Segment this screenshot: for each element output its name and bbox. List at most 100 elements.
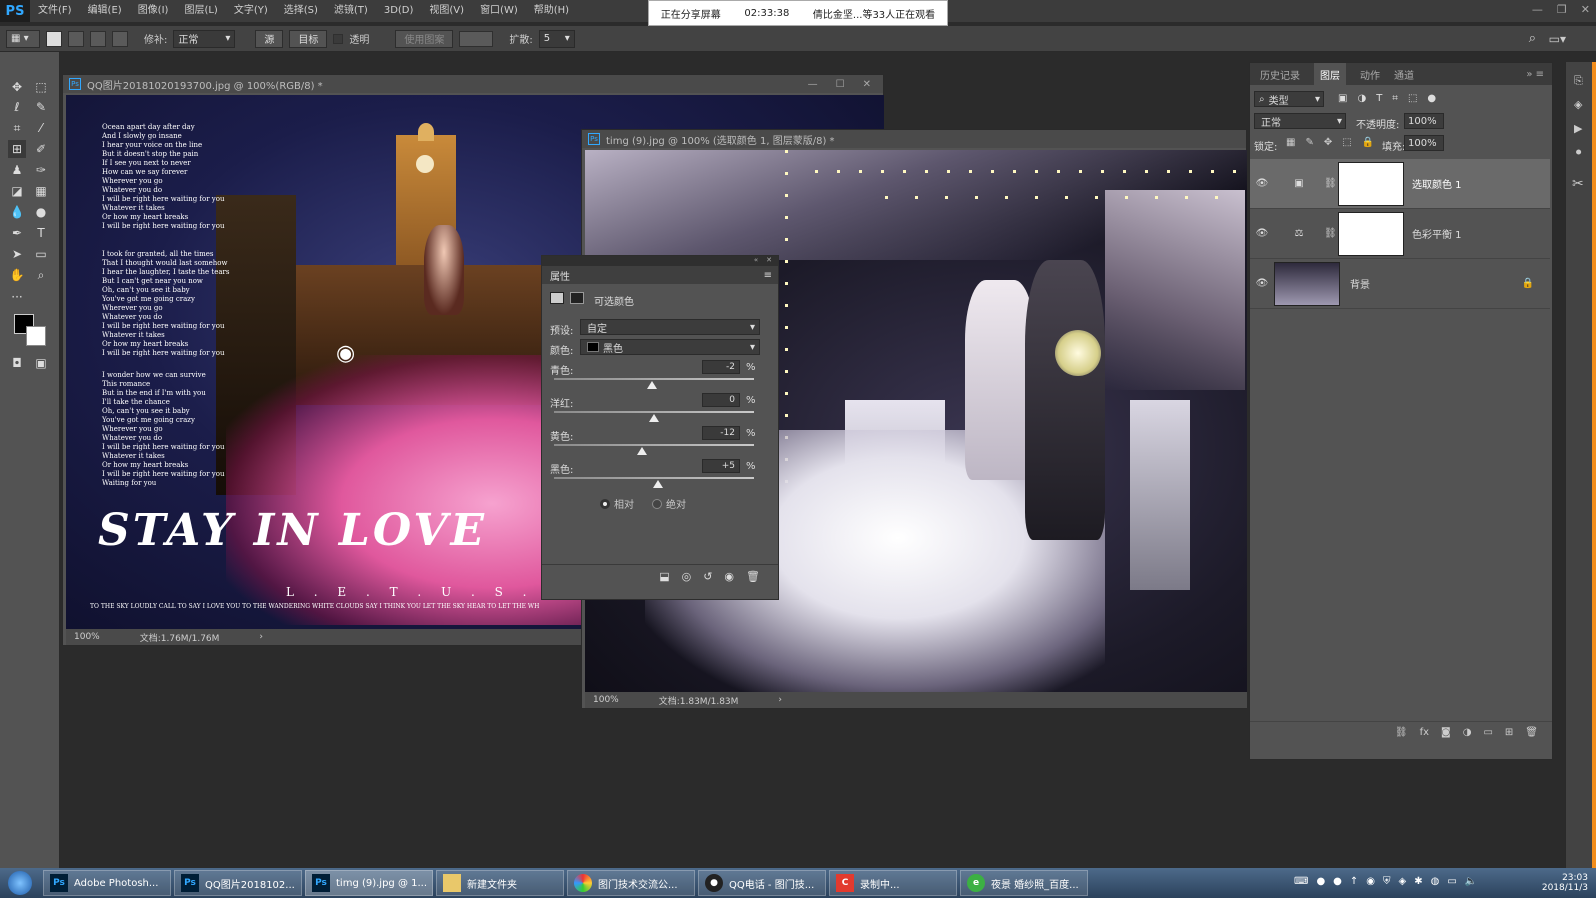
delete-icon[interactable]: 🗑 <box>746 570 760 583</box>
tab-layers[interactable]: 图层 <box>1314 62 1346 86</box>
taskbar-item-new-folder[interactable]: 新建文件夹 <box>436 870 564 896</box>
taskbar-item-photoshop[interactable]: Ps Adobe Photosh... <box>43 870 171 896</box>
add-selection-icon[interactable] <box>68 30 84 47</box>
eye-icon[interactable]: 👁 <box>1250 228 1274 239</box>
new-group-icon[interactable]: ▭ <box>1483 727 1492 738</box>
tab-channels[interactable]: 通道 <box>1394 67 1414 82</box>
menu-help[interactable]: 帮助(H) <box>526 0 577 22</box>
lock-transparent-icon[interactable]: ▦ <box>1286 137 1295 148</box>
eye-icon[interactable]: 👁 <box>1250 278 1274 289</box>
volume-icon[interactable]: 🔈 <box>1465 876 1477 887</box>
magenta-value[interactable]: 0 <box>702 393 740 407</box>
collapse-icon[interactable]: « <box>754 256 758 266</box>
dodge-tool-icon[interactable]: ● <box>32 203 50 221</box>
use-pattern-button[interactable]: 使用图案 <box>395 29 454 48</box>
actions-panel-icon[interactable]: ▶ <box>1574 122 1582 135</box>
stamp-tool-icon[interactable]: ♟ <box>8 161 26 179</box>
brush-tool-icon[interactable]: ✐ <box>32 140 50 158</box>
new-adjustment-icon[interactable]: ◑ <box>1463 727 1472 738</box>
adjustment-icon[interactable] <box>550 292 564 304</box>
fx-icon[interactable]: fx <box>1420 727 1429 738</box>
taskbar-item-timg[interactable]: Ps timg (9).jpg @ 1... <box>305 870 433 896</box>
close-icon[interactable]: ✕ <box>1581 3 1590 16</box>
layer-row-color-balance[interactable]: 👁 ⚖ ⛓ 色彩平衡 1 <box>1250 209 1550 259</box>
lock-position-icon[interactable]: ✥ <box>1324 137 1332 148</box>
keyboard-icon[interactable]: ⌨ <box>1294 876 1308 887</box>
lock-pixels-icon[interactable]: ✎ <box>1305 137 1313 148</box>
opacity-field[interactable]: 100% <box>1404 113 1444 129</box>
crop-tool-icon[interactable]: ⌗ <box>8 119 26 137</box>
minimize-icon[interactable]: — <box>1532 3 1543 16</box>
menu-file[interactable]: 文件(F) <box>30 0 80 22</box>
adjustment-filter-icon[interactable]: ◑ <box>1357 93 1366 104</box>
close-icon[interactable]: ✕ <box>766 256 772 266</box>
transparent-checkbox[interactable] <box>333 33 344 44</box>
taskbar-item-browser[interactable]: e 夜景 婚纱照_百度... <box>960 870 1088 896</box>
link-icon[interactable]: ⛓ <box>1324 178 1338 189</box>
black-slider-track[interactable] <box>554 477 754 479</box>
qq-tray-icon[interactable]: ● <box>1333 876 1342 887</box>
search-icon[interactable]: ⌕ <box>1529 31 1536 46</box>
new-layer-icon[interactable]: ⊞ <box>1505 727 1513 738</box>
clip-to-layer-icon[interactable]: ⬓ <box>659 570 669 583</box>
close-icon[interactable]: ✕ <box>863 79 871 90</box>
workspace-icon[interactable]: ▭▾ <box>1549 32 1566 46</box>
antivirus-icon[interactable]: ◉ <box>1366 876 1375 887</box>
pixel-filter-icon[interactable]: ▣ <box>1338 93 1347 104</box>
layer-row-selective-color[interactable]: 👁 ▣ ⛓ 选取颜色 1 <box>1250 159 1550 209</box>
link-layers-icon[interactable]: ⛓ <box>1395 727 1408 738</box>
tab-properties[interactable]: 属性 <box>550 268 570 283</box>
screen-mode-icon[interactable]: ▣ <box>32 354 50 372</box>
more-tools-icon[interactable]: ··· <box>8 288 26 306</box>
radio-absolute[interactable]: 绝对 <box>652 496 686 511</box>
restore-icon[interactable]: ❐ <box>1557 3 1567 16</box>
blur-tool-icon[interactable]: 💧 <box>8 203 26 221</box>
layers-panel-icon[interactable]: ◈ <box>1574 98 1582 111</box>
link-icon[interactable]: ⛓ <box>1324 228 1338 239</box>
mask-icon[interactable] <box>570 292 584 304</box>
panel-menu-icon[interactable]: ≡ <box>764 270 772 281</box>
document-title-bar[interactable]: Ps timg (9).jpg @ 100% (选取颜色 1, 图层蒙版/8) … <box>582 130 1246 148</box>
taskbar-item-qq-group[interactable]: 图门技术交流公... <box>567 870 695 896</box>
diffuse-select[interactable]: 5 ▾ <box>538 29 575 48</box>
background-thumbnail[interactable] <box>1274 261 1340 306</box>
add-mask-icon[interactable]: ◙ <box>1441 727 1451 738</box>
marquee-tool-icon[interactable]: ⬚ <box>32 78 50 96</box>
zoom-level[interactable]: 100% <box>74 632 100 642</box>
pattern-picker[interactable] <box>459 30 494 47</box>
hand-tool-icon[interactable]: ✋ <box>8 266 26 284</box>
type-filter-icon[interactable]: T <box>1376 93 1382 104</box>
tool-preset-picker[interactable]: ▦ ▾ <box>6 29 40 48</box>
channels-panel-icon[interactable]: ⚫ <box>1574 146 1583 159</box>
filter-kind-dropdown[interactable]: ⌕ 类型 ▾ <box>1254 91 1324 107</box>
colors-dropdown[interactable]: 黑色 ▾ <box>580 339 760 355</box>
taskbar-item-qq-call[interactable]: ● QQ电话 - 图门技... <box>698 870 826 896</box>
eye-icon[interactable]: 👁 <box>1250 178 1274 189</box>
eyedropper-tool-icon[interactable]: ⁄ <box>32 119 50 137</box>
layer-name[interactable]: 背景 <box>1350 276 1370 291</box>
start-button[interactable] <box>0 868 40 898</box>
history-brush-icon[interactable]: ✑ <box>32 161 50 179</box>
background-color-swatch[interactable] <box>26 326 46 346</box>
history-panel-icon[interactable]: ⎘ <box>1574 74 1583 88</box>
zoom-level[interactable]: 100% <box>593 695 619 705</box>
shape-tool-icon[interactable]: ▭ <box>32 245 50 263</box>
tab-actions[interactable]: 动作 <box>1360 67 1380 82</box>
clock[interactable]: 23:03 2018/11/3 <box>1542 868 1588 898</box>
tab-history[interactable]: 历史记录 <box>1260 67 1300 82</box>
menu-edit[interactable]: 编辑(E) <box>80 0 130 22</box>
patch-mode-select[interactable]: 正常 ▾ <box>173 29 236 48</box>
panel-header[interactable]: « ✕ <box>542 256 778 266</box>
menu-filter[interactable]: 滤镜(T) <box>326 0 376 22</box>
layer-row-background[interactable]: 👁 背景 🔒 <box>1250 259 1550 309</box>
layer-name[interactable]: 色彩平衡 1 <box>1412 226 1462 241</box>
cyan-value[interactable]: -2 <box>702 360 740 374</box>
network-icon[interactable]: ↑ <box>1350 876 1358 887</box>
patch-tool-icon[interactable]: ⊞ <box>8 140 26 158</box>
yellow-slider-knob[interactable] <box>637 447 647 455</box>
layer-mask-thumbnail[interactable] <box>1338 161 1404 206</box>
quick-select-tool-icon[interactable]: ✎ <box>32 98 50 116</box>
bluetooth-icon[interactable]: ✱ <box>1414 876 1422 887</box>
menu-layer[interactable]: 图层(L) <box>176 0 225 22</box>
yellow-value[interactable]: -12 <box>702 426 740 440</box>
